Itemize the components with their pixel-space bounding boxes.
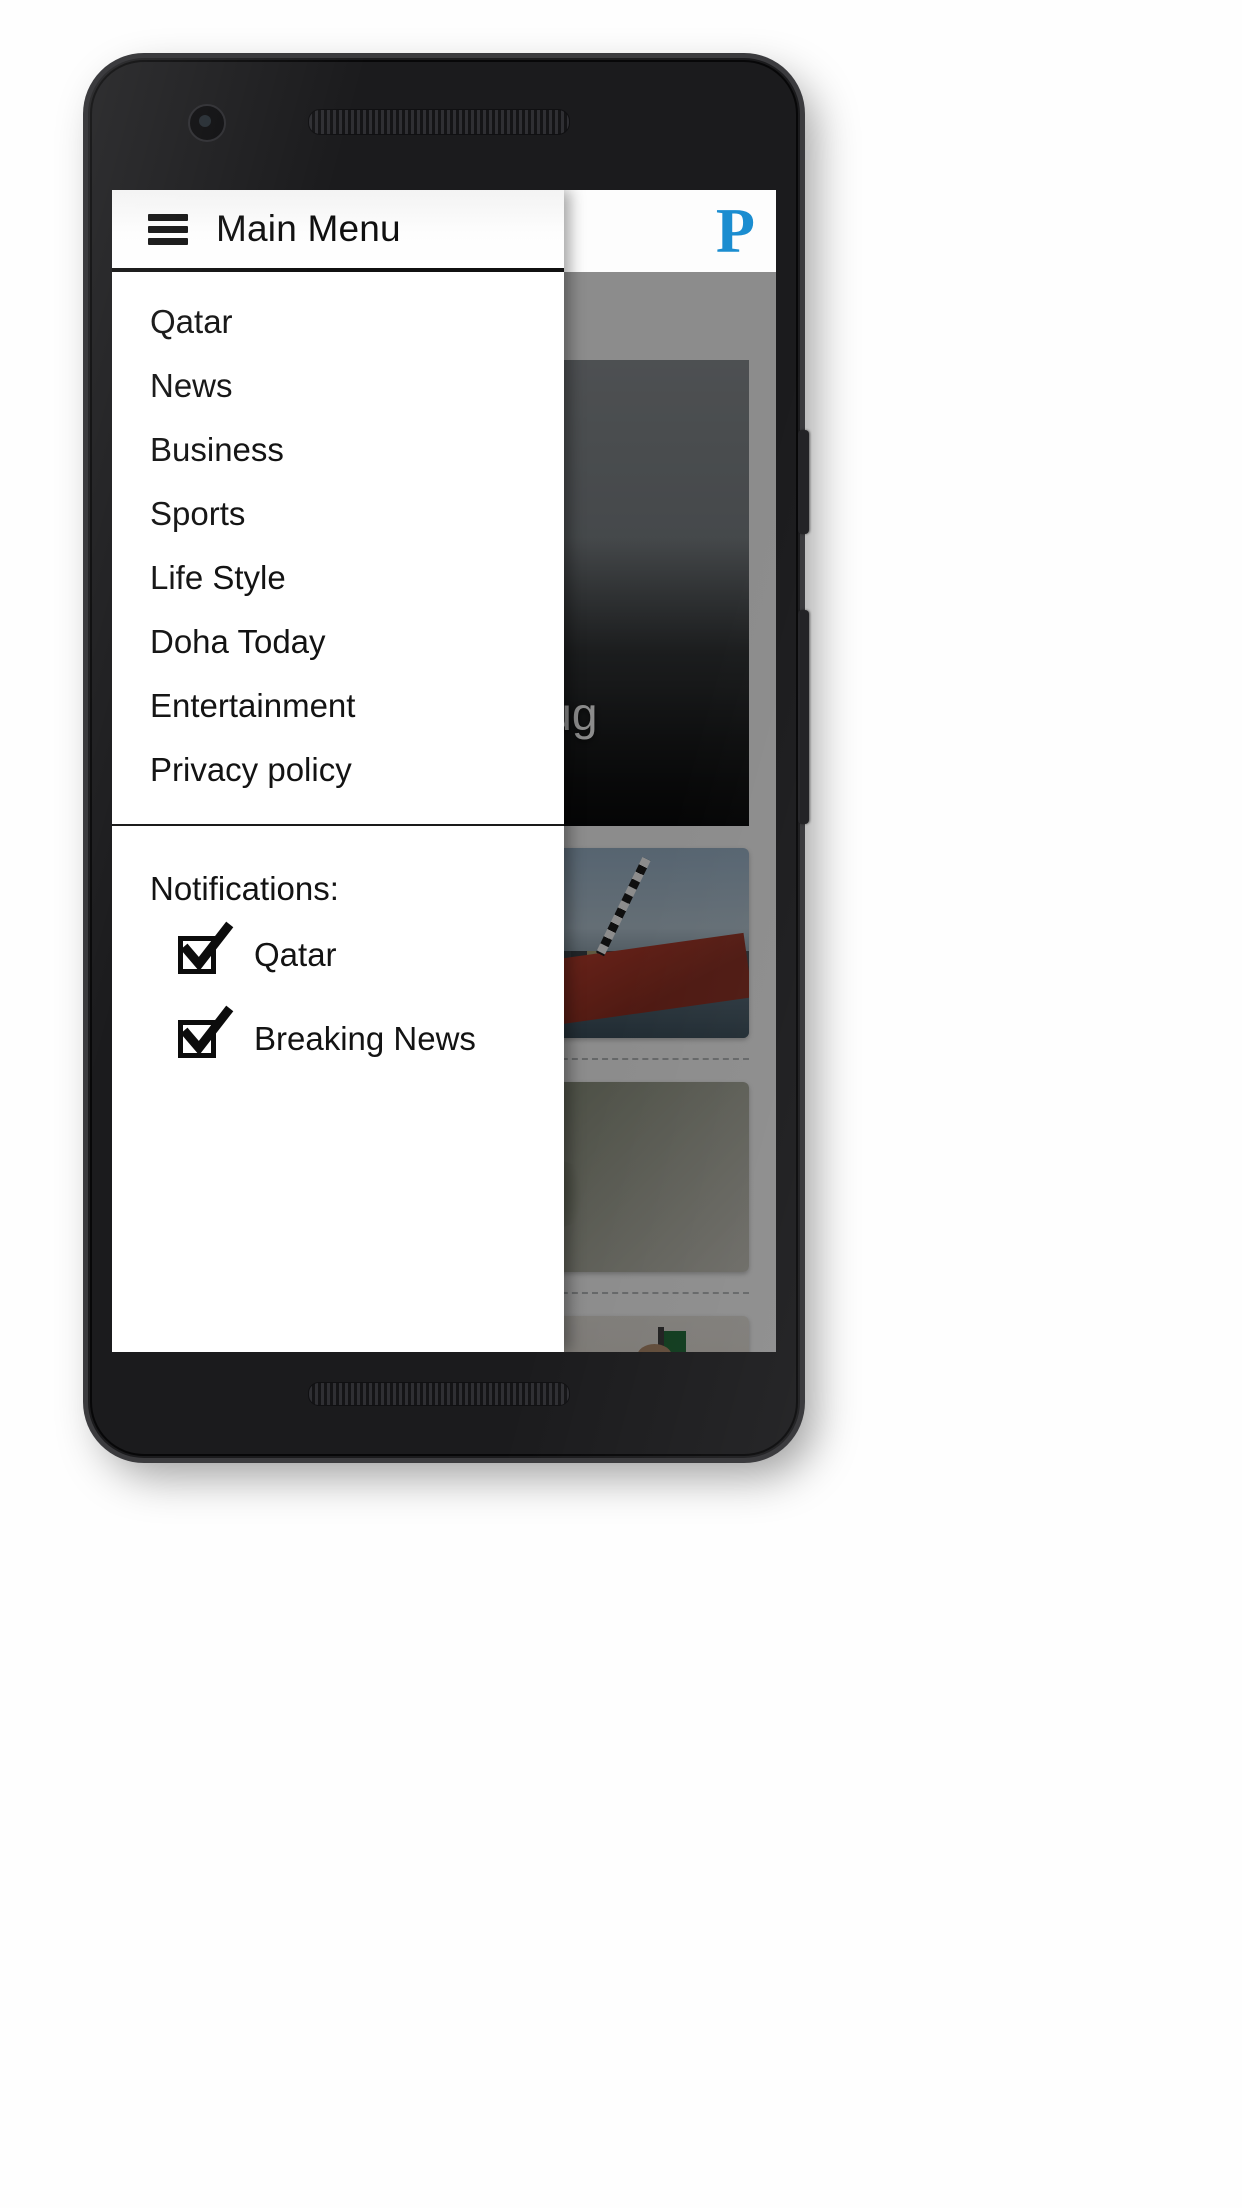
menu-item-sports[interactable]: Sports [112, 482, 564, 546]
volume-button[interactable] [798, 610, 809, 824]
notification-label: Qatar [254, 936, 337, 973]
notifications-heading: Notifications: [150, 870, 339, 907]
menu-item-privacy-policy[interactable]: Privacy policy [112, 738, 564, 802]
hamburger-bar [148, 213, 188, 221]
front-camera-icon [188, 104, 226, 142]
menu-item-business[interactable]: Business [112, 418, 564, 482]
notification-option-breaking-news[interactable]: Breaking News [112, 1002, 564, 1076]
menu-item-news[interactable]: News [112, 354, 564, 418]
power-button[interactable] [798, 430, 809, 534]
bottom-speaker-icon [308, 1382, 570, 1406]
drawer-header: Main Menu [112, 190, 564, 272]
app-logo[interactable]: P [716, 199, 755, 263]
notification-option-qatar[interactable]: Qatar [112, 918, 564, 992]
checkmark-icon [180, 921, 234, 972]
menu-item-entertainment[interactable]: Entertainment [112, 674, 564, 738]
phone-screen: P Qatar Hamad Medical drug information m… [112, 190, 776, 1352]
hamburger-bar [148, 237, 188, 245]
screenshot-stage: P Qatar Hamad Medical drug information m… [0, 0, 1242, 2208]
checked-checkbox-icon[interactable] [178, 921, 234, 978]
phone-device: P Qatar Hamad Medical drug information m… [88, 58, 809, 1458]
earpiece-speaker-icon [308, 109, 570, 135]
checked-checkbox-icon[interactable] [178, 1005, 234, 1062]
menu-item-life-style[interactable]: Life Style [112, 546, 564, 610]
checkmark-icon [180, 1005, 234, 1056]
menu-item-qatar[interactable]: Qatar [112, 290, 564, 354]
navigation-drawer: Main Menu Qatar News Business Sports Lif… [112, 190, 564, 1352]
hamburger-bar [148, 225, 188, 233]
drawer-title: Main Menu [216, 208, 401, 249]
notification-label: Breaking News [254, 1020, 476, 1057]
hamburger-icon[interactable] [148, 213, 188, 245]
menu-item-doha-today[interactable]: Doha Today [112, 610, 564, 674]
drawer-menu-list: Qatar News Business Sports Life Style Do… [112, 272, 564, 802]
